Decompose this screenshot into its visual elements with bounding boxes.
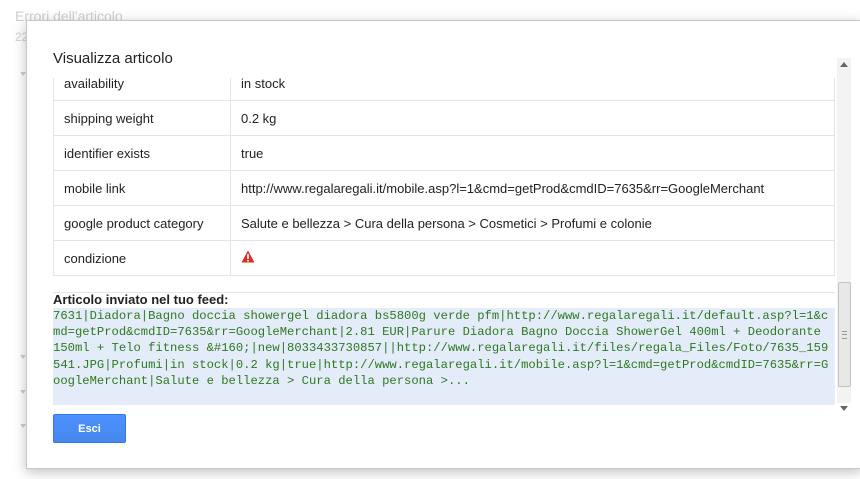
view-item-dialog: Visualizza articolo availability in stoc… xyxy=(26,20,860,469)
attribute-value: true xyxy=(230,135,835,171)
attribute-key: google product category xyxy=(53,205,231,241)
warning-icon xyxy=(241,250,255,266)
table-row: availability in stock xyxy=(53,78,835,101)
attribute-key: shipping weight xyxy=(53,100,231,136)
scroll-down-icon[interactable] xyxy=(840,406,848,411)
feed-label: Articolo inviato nel tuo feed: xyxy=(53,292,229,307)
scrollbar-thumb[interactable] xyxy=(838,282,851,387)
attribute-key: condizione xyxy=(53,240,231,276)
attribute-key: mobile link xyxy=(53,170,231,206)
attribute-value xyxy=(230,240,835,276)
attributes-table-viewport[interactable]: availability in stock shipping weight 0.… xyxy=(53,78,835,293)
attributes-table: availability in stock shipping weight 0.… xyxy=(53,78,835,276)
table-row: google product category Salute e bellezz… xyxy=(53,205,835,241)
table-row: shipping weight 0.2 kg xyxy=(53,100,835,136)
attribute-key: availability xyxy=(53,78,231,101)
attribute-value: http://www.regalaregali.it/mobile.asp?l=… xyxy=(230,170,835,206)
dialog-scrollbar[interactable] xyxy=(837,58,851,411)
grip-icon xyxy=(842,331,847,339)
dialog-title: Visualizza articolo xyxy=(53,50,173,67)
table-row: mobile link http://www.regalaregali.it/m… xyxy=(53,170,835,206)
attribute-value: Salute e bellezza > Cura della persona >… xyxy=(230,205,835,241)
table-row: identifier exists true xyxy=(53,135,835,171)
attribute-key: identifier exists xyxy=(53,135,231,171)
scroll-up-icon[interactable] xyxy=(840,62,848,67)
attribute-value: 0.2 kg xyxy=(230,100,835,136)
close-button[interactable]: Esci xyxy=(53,414,126,443)
attribute-value: in stock xyxy=(230,78,835,101)
table-row: condizione xyxy=(53,240,835,276)
feed-text: 7631|Diadora|Bagno doccia showergel diad… xyxy=(53,308,835,405)
